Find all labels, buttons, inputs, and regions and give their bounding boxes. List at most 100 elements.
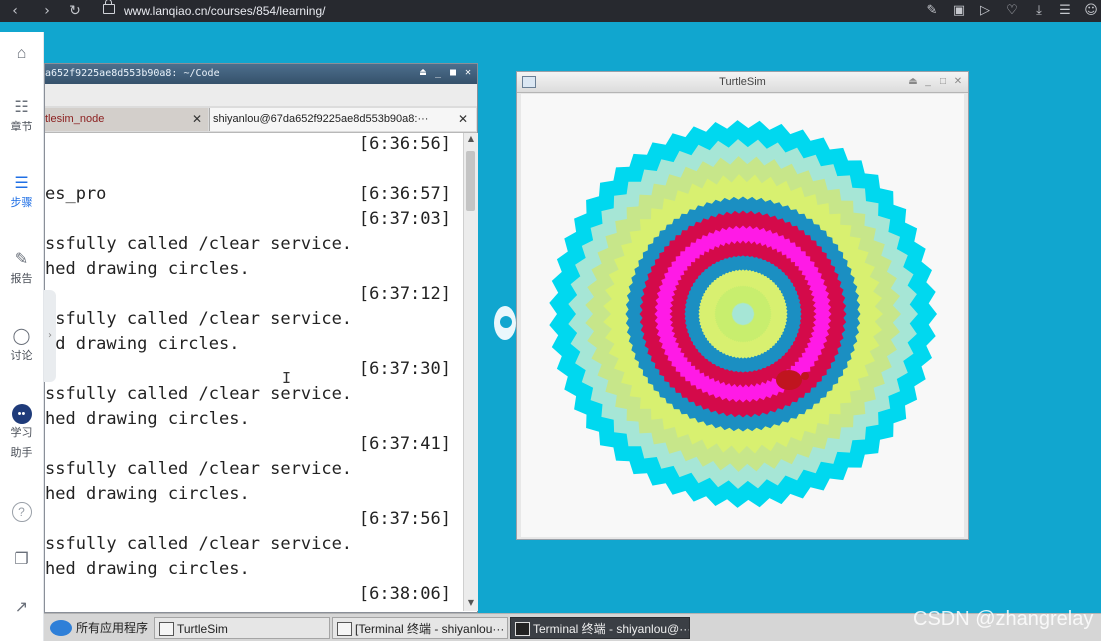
- maximize-icon[interactable]: ■: [447, 67, 459, 79]
- task-label: TurtleSim: [177, 622, 228, 636]
- terminal-icon: [515, 622, 530, 636]
- turtle-shell: [776, 370, 802, 390]
- course-sidebar: ⌂ ☷ 章节 ☰ 步骤 ✎ 报告 ◯ 讨论 •• 学习 助手 ? ❐ ↗: [0, 32, 44, 641]
- start-label: 所有应用程序: [76, 621, 149, 635]
- sidebar-item-label: 讨论: [10, 350, 33, 362]
- turtlesim-window: TurtleSim ⏏ _ □ ✕: [516, 71, 969, 540]
- close-icon[interactable]: ✕: [458, 108, 468, 131]
- download-icon[interactable]: ⤓: [1031, 2, 1047, 20]
- menu-icon[interactable]: ☰: [1057, 2, 1073, 20]
- sidebar-item-stairs[interactable]: ↗: [0, 598, 43, 618]
- start-menu-button[interactable]: 所有应用程序: [46, 617, 150, 639]
- taskbar-terminal-1[interactable]: [Terminal 终端 - shiyanlou···: [332, 617, 508, 639]
- back-icon[interactable]: ‹: [6, 2, 24, 20]
- sidebar-item-discussion[interactable]: ◯ 讨论: [0, 327, 43, 363]
- terminal-timestamp: [6:37:41]: [358, 434, 451, 454]
- text-cursor-icon: I: [282, 369, 292, 387]
- scroll-up-icon[interactable]: ▲: [464, 133, 478, 145]
- forward-icon[interactable]: ›: [38, 2, 56, 20]
- sidebar-item-help[interactable]: ?: [0, 502, 43, 522]
- sidebar-item-label: 章节: [10, 121, 33, 133]
- shade-icon[interactable]: ⏏: [907, 75, 919, 89]
- terminal-title: a652f9225ae8d553b90a8: ~/Code: [45, 68, 220, 79]
- home-icon: ⌂: [16, 45, 27, 62]
- close-icon[interactable]: ✕: [462, 67, 474, 79]
- sidebar-item-label: 报告: [10, 273, 33, 285]
- sidebar-item-document[interactable]: ❐: [0, 550, 43, 570]
- chapters-icon: ☷: [14, 99, 29, 116]
- sidebar-collapse-handle[interactable]: ›: [44, 290, 56, 382]
- taskbar-terminal-2[interactable]: Terminal 终端 - shiyanlou@···: [510, 617, 690, 639]
- window-app-icon: [522, 76, 536, 88]
- tab-turtlesim-node[interactable]: tlesim_node ✕: [45, 108, 208, 131]
- terminal-line: hed drawing circles.: [45, 484, 250, 504]
- terminal-line: ssfully called /clear service.: [45, 309, 353, 329]
- address-bar[interactable]: www.lanqiao.cn/courses/854/learning/: [124, 3, 325, 19]
- tab-label: tlesim_node: [45, 113, 105, 125]
- sidebar-item-label: 助手: [10, 447, 33, 459]
- sidebar-item-assistant[interactable]: •• 学习 助手: [0, 404, 43, 460]
- terminal-window: a652f9225ae8d553b90a8: ~/Code ⏏ _ ■ ✕ tl…: [44, 63, 478, 613]
- scrollbar-thumb[interactable]: [466, 151, 475, 211]
- terminal-scrollbar[interactable]: ▲ ▼: [463, 133, 478, 611]
- minimize-icon[interactable]: _: [432, 67, 444, 79]
- reload-icon[interactable]: ↻: [66, 2, 84, 20]
- terminal-timestamp: [6:37:30]: [358, 359, 451, 379]
- scroll-down-icon[interactable]: ▼: [464, 597, 478, 609]
- terminal-line: hed drawing circles.: [45, 259, 250, 279]
- terminal-timestamp: [6:36:56]: [358, 134, 451, 154]
- heart-icon[interactable]: ♡: [1004, 2, 1020, 20]
- drawn-circle: [731, 302, 755, 326]
- window-icon: [159, 622, 174, 636]
- lock-icon: [103, 0, 115, 14]
- terminal-line: hed drawing circles.: [45, 559, 250, 579]
- desktop-app-icon[interactable]: [494, 306, 516, 340]
- watermark: CSDN @zhangrelay: [913, 608, 1094, 630]
- terminal-line: ed drawing circles.: [45, 334, 240, 354]
- sidebar-item-home[interactable]: ⌂: [0, 44, 43, 64]
- terminal-titlebar[interactable]: a652f9225ae8d553b90a8: ~/Code ⏏ _ ■ ✕: [45, 64, 477, 84]
- taskbar-turtlesim[interactable]: TurtleSim: [154, 617, 330, 639]
- shade-icon[interactable]: ⏏: [417, 67, 429, 79]
- apps-icon: [50, 620, 72, 636]
- user-icon[interactable]: ☺: [1083, 2, 1099, 20]
- document-icon: ❐: [14, 551, 29, 568]
- play-icon[interactable]: ▷: [977, 2, 993, 20]
- terminal-timestamp: [6:37:56]: [358, 509, 451, 529]
- drawn-circles: [549, 120, 937, 508]
- minimize-icon[interactable]: _: [922, 75, 934, 89]
- tab-label: shiyanlou@67da652f9225ae8d553b90a8:···: [213, 113, 429, 125]
- turtlesim-canvas: [521, 94, 964, 537]
- terminal-line: ssfully called /clear service.: [45, 534, 353, 554]
- close-icon[interactable]: ✕: [952, 75, 964, 89]
- terminal-line: hed drawing circles.: [45, 409, 250, 429]
- task-label: [Terminal 终端 - shiyanlou···: [355, 622, 505, 636]
- turtlesim-titlebar[interactable]: TurtleSim ⏏ _ □ ✕: [517, 72, 968, 93]
- sidebar-item-steps[interactable]: ☰ 步骤: [0, 174, 43, 210]
- sidebar-item-report[interactable]: ✎ 报告: [0, 250, 43, 286]
- browser-toolbar: ‹ › ↻ www.lanqiao.cn/courses/854/learnin…: [0, 0, 1101, 22]
- terminal-line: ssfully called /clear service.: [45, 234, 353, 254]
- task-label: Terminal 终端 - shiyanlou@···: [533, 622, 690, 636]
- desktop-background: [0, 22, 1101, 32]
- sidebar-item-chapters[interactable]: ☷ 章节: [0, 98, 43, 134]
- maximize-icon[interactable]: □: [937, 75, 949, 89]
- terminal-icon: [337, 622, 352, 636]
- sidebar-item-label: 步骤: [10, 197, 33, 209]
- terminal-timestamp: [6:38:06]: [358, 584, 451, 604]
- terminal-tabbar: tlesim_node ✕ shiyanlou@67da652f9225ae8d…: [45, 106, 477, 133]
- terminal-timestamp: [6:37:03]: [358, 209, 451, 229]
- help-icon: ?: [11, 502, 32, 522]
- terminal-timestamp: [6:37:12]: [358, 284, 451, 304]
- close-icon[interactable]: ✕: [192, 108, 202, 131]
- camera-icon[interactable]: ▣: [951, 2, 967, 20]
- tab-shiyanlou-shell[interactable]: shiyanlou@67da652f9225ae8d553b90a8:··· ✕: [209, 108, 476, 131]
- terminal-line: ssfully called /clear service.: [45, 384, 353, 404]
- terminal-timestamp: [6:36:57]: [358, 184, 451, 204]
- report-icon: ✎: [14, 251, 29, 268]
- turtle-head: [801, 372, 809, 380]
- assistant-icon: ••: [11, 404, 32, 424]
- terminal-output[interactable]: [6:36:56] es_pro [6:36:57] [6:37:03] ssfully…: [45, 133, 463, 611]
- edit-icon[interactable]: ✎: [924, 2, 940, 20]
- steps-icon: ☰: [14, 175, 29, 192]
